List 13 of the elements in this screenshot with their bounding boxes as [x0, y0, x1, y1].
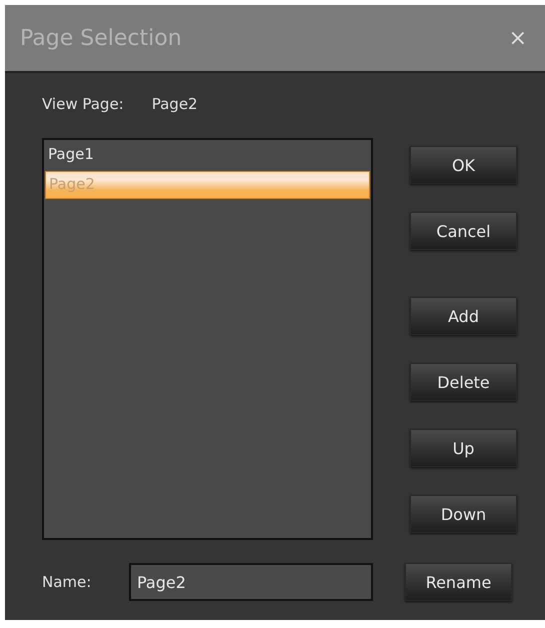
view-page-value: Page2	[152, 95, 198, 115]
list-action-button[interactable]: Add	[410, 297, 517, 335]
name-label: Name:	[42, 573, 92, 591]
list-action-button[interactable]: Down	[410, 495, 517, 533]
window-title: Page Selection	[20, 26, 182, 50]
list-item[interactable]: Page1	[45, 141, 370, 169]
name-field[interactable]: Page2	[129, 563, 373, 601]
list-action-button[interactable]: Up	[410, 429, 517, 467]
ok-button[interactable]: OK	[410, 146, 517, 184]
list-action-button[interactable]: Delete	[410, 363, 517, 401]
cancel-button[interactable]: Cancel	[410, 212, 517, 250]
rename-button[interactable]: Rename	[405, 563, 512, 601]
view-page-label: View Page:	[42, 95, 124, 115]
